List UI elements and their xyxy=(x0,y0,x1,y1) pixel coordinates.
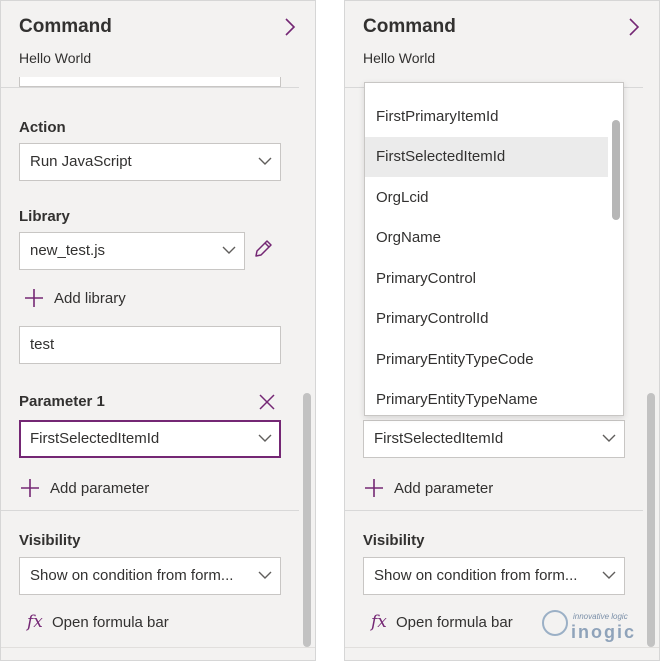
divider xyxy=(1,87,299,88)
listbox-option[interactable]: FirstPrimaryItemId xyxy=(365,97,608,137)
scrollbar-thumb[interactable] xyxy=(303,393,311,647)
listbox-option-selected[interactable]: FirstSelectedItemId xyxy=(365,137,608,177)
add-parameter-label: Add parameter xyxy=(50,479,150,497)
action-dropdown[interactable]: Run JavaScript xyxy=(19,143,281,181)
add-parameter-button[interactable]: Add parameter xyxy=(20,478,149,498)
listbox-option[interactable]: PrimaryControl xyxy=(365,259,608,299)
chevron-down-icon xyxy=(258,157,272,165)
action-value: Run JavaScript xyxy=(30,153,132,170)
listbox-scrollbar-thumb[interactable] xyxy=(612,120,620,220)
listbox-option[interactable]: OrgName xyxy=(365,218,608,258)
parameter-options-listbox[interactable]: FirstPrimaryItemId FirstSelectedItemId O… xyxy=(364,82,624,416)
close-icon[interactable] xyxy=(259,394,275,410)
listbox-option[interactable]: OrgLcid xyxy=(365,178,608,218)
add-parameter-button[interactable]: Add parameter xyxy=(364,478,493,498)
visibility-value: Show on condition from form... xyxy=(374,567,578,584)
function-name-value: test xyxy=(30,336,55,353)
chevron-down-icon xyxy=(602,434,616,442)
visibility-dropdown[interactable]: Show on condition from form... xyxy=(19,557,281,595)
parameter-value: FirstSelectedItemId xyxy=(30,430,160,447)
formula-fx-icon: fx xyxy=(27,612,43,632)
panel-title: Command xyxy=(19,16,112,37)
divider xyxy=(345,510,643,511)
visibility-value: Show on condition from form... xyxy=(30,567,234,584)
parameter-dropdown[interactable]: FirstSelectedItemId xyxy=(19,420,281,458)
chevron-down-icon xyxy=(222,246,236,254)
library-value: new_test.js xyxy=(30,242,106,259)
chevron-down-icon xyxy=(258,434,272,442)
add-library-button[interactable]: Add library xyxy=(24,288,126,308)
library-label: Library xyxy=(19,208,70,225)
panel-title: Command xyxy=(363,16,456,37)
parameter-value: FirstSelectedItemId xyxy=(374,430,504,447)
chevron-right-icon[interactable] xyxy=(625,15,643,39)
plus-icon xyxy=(21,479,39,497)
divider xyxy=(1,647,315,648)
edit-pencil-icon[interactable] xyxy=(253,238,273,260)
listbox-option[interactable]: PrimaryEntityTypeCode xyxy=(365,340,608,380)
chevron-down-icon xyxy=(258,571,272,579)
visibility-label: Visibility xyxy=(19,532,81,549)
divider xyxy=(345,647,659,648)
divider xyxy=(1,510,299,511)
parameter-dropdown[interactable]: FirstSelectedItemId xyxy=(363,420,625,458)
chevron-right-icon[interactable] xyxy=(281,15,299,39)
library-dropdown[interactable]: new_test.js xyxy=(19,232,245,270)
formula-fx-icon: fx xyxy=(371,612,387,632)
action-label: Action xyxy=(19,119,66,136)
inogic-logo-icon xyxy=(542,610,568,636)
open-formula-bar-link[interactable]: Open formula bar xyxy=(52,614,169,631)
visibility-label: Visibility xyxy=(363,532,425,549)
plus-icon xyxy=(25,289,43,307)
scrollbar-thumb[interactable] xyxy=(647,393,655,647)
open-formula-bar-link[interactable]: Open formula bar xyxy=(396,614,513,631)
visibility-dropdown[interactable]: Show on condition from form... xyxy=(363,557,625,595)
add-library-label: Add library xyxy=(54,289,126,307)
previous-field-edge xyxy=(19,77,281,87)
panel-subtitle: Hello World xyxy=(19,50,92,66)
command-panel-left: Command Hello World Action Run JavaScrip… xyxy=(0,0,316,661)
parameter-label: Parameter 1 xyxy=(19,393,105,410)
watermark-brand: inogic xyxy=(571,622,636,642)
panel-subtitle: Hello World xyxy=(363,50,436,66)
chevron-down-icon xyxy=(602,571,616,579)
watermark-tagline: innovative logic xyxy=(573,612,628,621)
plus-icon xyxy=(365,479,383,497)
listbox-option[interactable]: PrimaryControlId xyxy=(365,299,608,339)
listbox-option[interactable]: PrimaryEntityTypeName xyxy=(365,380,608,415)
function-name-input[interactable]: test xyxy=(19,326,281,364)
add-parameter-label: Add parameter xyxy=(394,479,494,497)
